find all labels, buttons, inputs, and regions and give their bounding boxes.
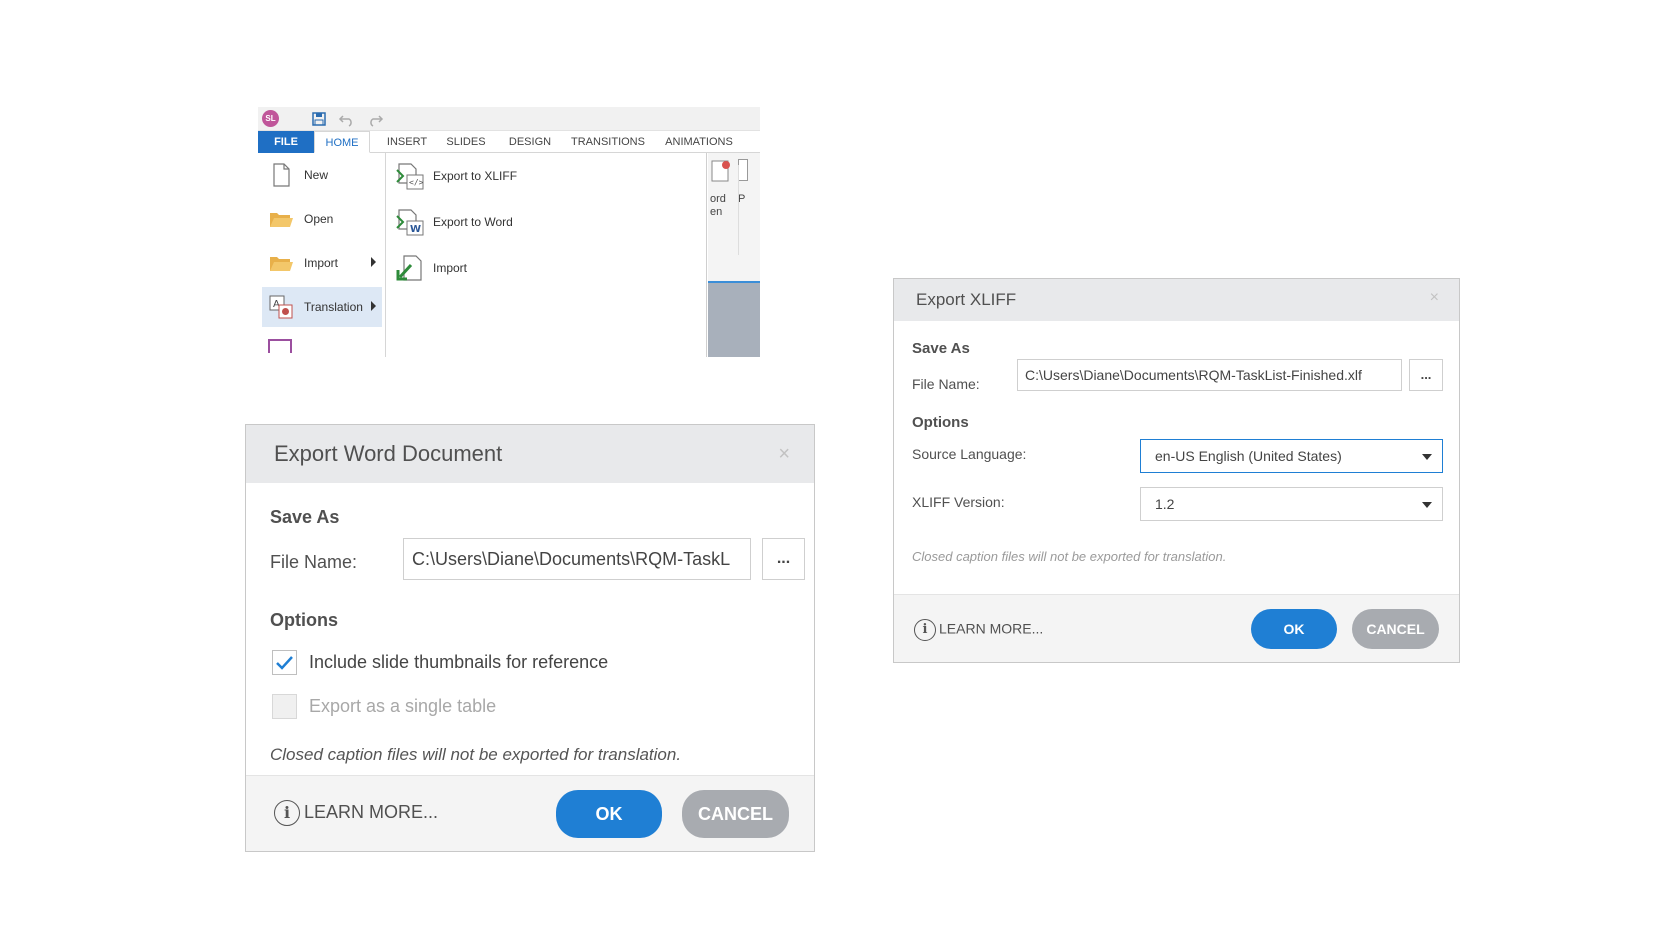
checkmark-icon [276,656,293,670]
ribbon-tabs: FILE HOME INSERT SLIDES DESIGN TRANSITIO… [258,131,760,153]
dialog-title-bar: Export XLIFF [894,279,1459,321]
export-to-word-label: Export to Word [433,215,513,229]
save-icon[interactable] [310,110,328,128]
svg-text:W: W [410,224,421,235]
dialog-footer: i LEARN MORE... OK CANCEL [894,594,1459,662]
single-table-checkbox-label: Export as a single table [309,696,497,716]
file-name-input[interactable]: C:\Users\Diane\Documents\RQM-TaskL [403,538,751,580]
browse-button[interactable]: ... [1409,359,1443,391]
dialog-title-bar: Export Word Document [246,425,814,483]
ok-button[interactable]: OK [1251,609,1337,649]
tab-design[interactable]: DESIGN [504,131,556,153]
file-menu-open-label: Open [304,212,334,226]
export-word-dialog: Export Word Document × Save As File Name… [245,424,815,852]
save-as-heading: Save As [912,340,970,357]
file-name-label: File Name: [270,552,358,572]
xliff-version-value: 1.2 [1155,496,1175,512]
xliff-version-select[interactable]: 1.2 [1140,487,1443,521]
record-screen-icon [711,160,730,182]
file-menu-translation-label: Translation [304,300,363,314]
xliff-version-label: XLIFF Version: [912,494,1005,510]
quick-access-toolbar: SL [258,107,760,131]
translation-import-label: Import [433,261,468,275]
file-menu-new[interactable]: New [262,155,382,195]
translation-icon: A [269,295,293,319]
translation-import-item[interactable]: Import [393,249,653,287]
partial-label: P [738,193,746,205]
thumbnails-checkbox[interactable] [272,650,297,675]
new-document-icon [273,163,290,187]
submenu-arrow-icon [371,301,376,311]
learn-more-link[interactable]: i LEARN MORE... [914,619,1043,641]
file-menu-import[interactable]: Import [262,243,382,283]
chevron-down-icon [1422,502,1432,508]
submenu-arrow-icon [371,257,376,267]
options-heading: Options [912,414,969,431]
source-language-select[interactable]: en-US English (United States) [1140,439,1443,473]
file-menu-open[interactable]: Open [262,199,382,239]
translation-submenu: </> Export to XLIFF W Export to Word Imp… [387,153,707,357]
learn-more-label: LEARN MORE... [939,620,1044,637]
folder-icon [270,257,293,271]
info-icon: i [274,800,300,826]
partial-label: en [710,206,723,218]
ribbon-screenshot: SL FILE HOME INSERT SLIDES DESIGN TRANSI… [258,107,760,357]
close-icon[interactable]: × [1430,289,1439,307]
chevron-down-icon [1422,454,1432,460]
xliff-export-icon: </> [396,163,424,190]
file-name-input[interactable]: C:\Users\Diane\Documents\RQM-TaskList-Fi… [1017,359,1402,391]
slide-canvas-area [708,283,760,357]
ribbon-partial-right: ord en P [708,153,760,357]
thumbnails-checkbox-label: Include slide thumbnails for reference [309,652,609,672]
export-to-xliff-label: Export to XLIFF [433,169,518,183]
file-name-label: File Name: [912,376,980,392]
divider [738,165,739,255]
save-as-heading: Save As [270,507,340,527]
options-heading: Options [270,610,338,630]
info-icon: i [914,619,936,641]
partial-label: ord [710,193,726,205]
source-language-label: Source Language: [912,446,1027,462]
tab-home[interactable]: HOME [314,131,370,153]
app-logo: SL [262,110,279,127]
tab-file[interactable]: FILE [258,131,314,153]
export-to-xliff-item[interactable]: </> Export to XLIFF [393,157,653,195]
close-icon[interactable]: × [778,443,790,466]
partial-icon [738,159,748,181]
tab-insert[interactable]: INSERT [382,131,432,153]
caption-note: Closed caption files will not be exporte… [270,745,682,764]
import-arrow-icon [396,255,422,281]
ok-button[interactable]: OK [556,790,662,838]
export-to-word-item[interactable]: W Export to Word [393,203,653,241]
partial-menu-icon [268,339,292,353]
cancel-button[interactable]: CANCEL [1352,609,1439,649]
caption-note: Closed caption files will not be exporte… [912,549,1227,564]
svg-text:</>: </> [409,178,424,187]
learn-more-label: LEARN MORE... [304,801,439,822]
cancel-button[interactable]: CANCEL [682,790,789,838]
undo-icon[interactable] [338,110,356,128]
learn-more-link[interactable]: i LEARN MORE... [274,800,438,826]
file-menu-translation[interactable]: A Translation [262,287,382,327]
canvas-border [708,281,760,283]
file-menu-import-label: Import [304,256,339,270]
tab-slides[interactable]: SLIDES [442,131,490,153]
dialog-footer: i LEARN MORE... OK CANCEL [246,775,814,851]
source-language-value: en-US English (United States) [1155,448,1342,464]
redo-icon[interactable] [366,110,384,128]
export-xliff-dialog: Export XLIFF × Save As File Name: C:\Use… [893,278,1460,663]
dialog-title: Export Word Document [274,441,503,466]
dialog-title: Export XLIFF [916,290,1017,309]
file-menu: New Open Import A Translation [258,153,386,357]
word-export-icon: W [396,209,424,236]
folder-icon [270,213,293,227]
single-table-checkbox[interactable] [272,694,297,719]
file-menu-new-label: New [304,168,329,182]
tab-animations[interactable]: ANIMATIONS [660,131,738,153]
browse-button[interactable]: ... [762,538,805,580]
tab-transitions[interactable]: TRANSITIONS [568,131,648,153]
